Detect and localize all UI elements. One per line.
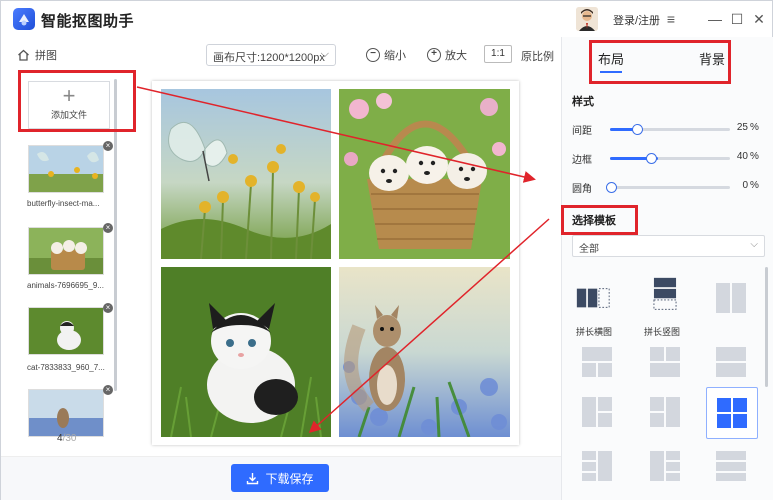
toolbar: 拼图 画布尺寸:1200*1200px ⌵ − 缩小 + 放大 1:1 原比例 <box>1 41 561 69</box>
file-thumbnail[interactable] <box>28 227 104 275</box>
zoom-in-button[interactable]: + 放大 <box>427 47 467 63</box>
original-ratio-button[interactable]: 1:1 <box>484 45 512 63</box>
template-three-rows[interactable] <box>714 449 748 483</box>
collage-cell-squirrel[interactable] <box>339 267 510 437</box>
spacing-value: 25 <box>736 122 748 133</box>
border-slider[interactable] <box>610 153 730 164</box>
zoom-in-label: 放大 <box>445 50 467 62</box>
file-name: butterfly-insect-ma... <box>27 199 100 208</box>
file-thumbnail[interactable] <box>28 307 104 355</box>
collage-cell-butterfly[interactable] <box>161 89 331 259</box>
annotation-box-template <box>561 205 638 235</box>
template-grid-2x2[interactable] <box>715 396 749 430</box>
template-long-horizontal-label: 拼长横图 <box>576 327 613 337</box>
border-label: 边框 <box>572 155 592 166</box>
radius-slider-row: 圆角 0 % <box>572 180 767 195</box>
app-title: 智能抠图助手 <box>41 13 135 30</box>
collage-cell-puppies[interactable] <box>339 89 510 259</box>
border-slider-knob[interactable] <box>646 153 657 164</box>
template-list-scrollbar[interactable] <box>765 267 768 387</box>
radius-label: 圆角 <box>572 184 592 195</box>
radius-slider[interactable] <box>606 182 730 193</box>
chevron-down-icon: ⌵ <box>320 48 329 60</box>
spacing-label: 间距 <box>572 126 592 137</box>
zoom-out-label: 缩小 <box>384 50 406 62</box>
original-ratio-label: 原比例 <box>521 51 554 63</box>
chevron-down-icon: ⌵ <box>750 239 758 250</box>
file-thumbnail[interactable] <box>28 389 104 437</box>
template-three-left[interactable] <box>580 449 614 483</box>
remove-file-icon[interactable]: × <box>103 303 113 313</box>
template-two-columns[interactable] <box>714 281 748 315</box>
template-three-right[interactable] <box>648 449 682 483</box>
app-logo-icon <box>13 8 35 30</box>
canvas-size-select[interactable]: 画布尺寸:1200*1200px ⌵ <box>206 44 336 66</box>
style-section-title: 样式 <box>572 96 594 108</box>
collage-canvas[interactable] <box>152 81 519 445</box>
download-save-label: 下载保存 <box>265 471 314 486</box>
template-long-vertical[interactable] <box>648 277 682 311</box>
download-icon <box>247 472 259 484</box>
zoom-out-button[interactable]: − 缩小 <box>366 47 406 63</box>
canvas-size-value: 画布尺寸:1200*1200px <box>213 52 325 64</box>
user-avatar[interactable] <box>576 7 598 31</box>
title-bar: 智能抠图助手 登录/注册 ≡ — ☐ ✕ <box>1 1 772 37</box>
template-right-col-split[interactable] <box>648 395 682 429</box>
file-thumbnail[interactable] <box>28 145 104 193</box>
template-top-plus-two[interactable] <box>580 345 614 379</box>
app-window: 智能抠图助手 登录/注册 ≡ — ☐ ✕ 拼图 画布尺寸:1200*1200px… <box>0 0 773 500</box>
radius-unit: % <box>750 180 759 191</box>
remove-file-icon[interactable]: × <box>103 223 113 233</box>
template-long-vertical-label: 拼长竖图 <box>644 327 681 337</box>
spacing-slider-knob[interactable] <box>632 124 643 135</box>
login-link[interactable]: 登录/注册 <box>613 12 660 28</box>
border-unit: % <box>750 151 759 162</box>
settings-panel: 布局 背景 样式 间距 25 % 边框 40 % 圆角 0 % 选择模板 全部 … <box>561 37 773 500</box>
radius-slider-knob[interactable] <box>606 182 617 193</box>
remove-file-icon[interactable]: × <box>103 141 113 151</box>
file-name: animals-7696695_9... <box>27 281 104 290</box>
annotation-box-add-file <box>18 70 136 132</box>
border-value: 40 <box>736 151 748 162</box>
annotation-box-tabs <box>589 40 731 84</box>
radius-value: 0 <box>742 180 748 191</box>
download-save-button[interactable]: 下载保存 <box>231 464 329 492</box>
minimize-icon[interactable]: — <box>707 11 723 27</box>
home-icon <box>18 49 29 61</box>
template-long-horizontal[interactable] <box>576 281 610 315</box>
menu-icon[interactable]: ≡ <box>663 11 679 27</box>
zoom-in-icon: + <box>427 48 441 62</box>
collage-cell-cat[interactable] <box>161 267 331 437</box>
home-label: 拼图 <box>35 50 57 62</box>
template-filter-select[interactable]: 全部 ⌵ <box>572 235 765 257</box>
close-icon[interactable]: ✕ <box>751 11 767 27</box>
border-slider-row: 边框 40 % <box>572 151 767 166</box>
template-left-col-split[interactable] <box>580 395 614 429</box>
spacing-unit: % <box>750 122 759 133</box>
maximize-icon[interactable]: ☐ <box>729 11 745 27</box>
template-filter-value: 全部 <box>579 244 599 255</box>
home-button[interactable]: 拼图 <box>17 47 57 63</box>
template-left-plus-two[interactable] <box>714 345 748 379</box>
template-two-plus-bottom[interactable] <box>648 345 682 379</box>
file-name: cat-7833833_960_7... <box>27 363 105 372</box>
remove-file-icon[interactable]: × <box>103 385 113 395</box>
zoom-out-icon: − <box>366 48 380 62</box>
file-page-count: 4/30 <box>57 433 77 444</box>
spacing-slider-row: 间距 25 % <box>572 122 767 137</box>
spacing-slider[interactable] <box>610 124 730 135</box>
